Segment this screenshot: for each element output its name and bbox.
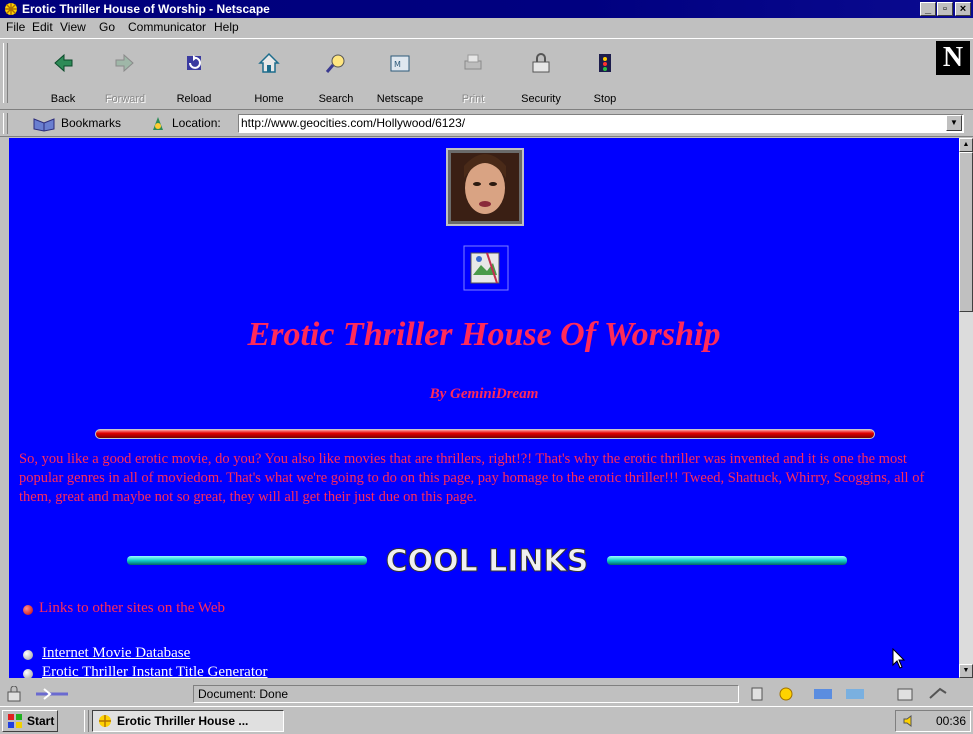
menu-go[interactable]: Go xyxy=(99,18,115,37)
print-button[interactable]: Print xyxy=(446,43,500,107)
window-title: Erotic Thriller House of Worship - Netsc… xyxy=(22,2,270,16)
clock[interactable]: 00:36 xyxy=(936,711,966,731)
page-content: Erotic Thriller House Of Worship By Gemi… xyxy=(9,138,959,678)
white-bullet-icon xyxy=(23,669,33,678)
page-byline: By GeminiDream xyxy=(429,386,539,402)
taskbar-item-netscape[interactable]: Erotic Thriller House ... xyxy=(92,710,284,732)
volume-icon[interactable] xyxy=(902,714,916,728)
print-icon xyxy=(464,54,482,70)
netscape-task-icon xyxy=(99,715,111,727)
back-arrow-icon xyxy=(54,53,73,73)
mouse-cursor-icon xyxy=(892,648,906,669)
link-internet-movie-database[interactable]: Internet Movie Database xyxy=(42,645,190,662)
scroll-up-button[interactable]: ▲ xyxy=(959,138,973,152)
url-history-dropdown[interactable]: ▼ xyxy=(946,115,962,131)
vertical-scrollbar[interactable]: ▲ ▼ xyxy=(959,138,973,678)
netscape-window-icon xyxy=(5,3,17,15)
navigation-toolbar: Back Forward Reload Home Search M Netsca… xyxy=(0,38,973,110)
cool-links-banner: COOL LINKS xyxy=(127,544,847,580)
taskbar-item-label: Erotic Thriller House ... xyxy=(117,714,249,728)
portrait-image[interactable] xyxy=(446,148,524,226)
intro-paragraph: So, you like a good erotic movie, do you… xyxy=(19,451,925,505)
page-title: Erotic Thriller House Of Worship xyxy=(247,316,721,353)
bookmarks-button[interactable]: Bookmarks xyxy=(61,116,121,130)
stop-button[interactable]: Stop xyxy=(578,43,632,107)
menu-bar: File Edit View Go Communicator Help xyxy=(0,18,973,37)
system-tray: 00:36 xyxy=(895,710,971,732)
start-button[interactable]: Start xyxy=(2,710,58,732)
menu-help[interactable]: Help xyxy=(214,18,239,37)
start-label: Start xyxy=(27,714,55,728)
component-bar-icons[interactable] xyxy=(750,686,970,702)
reload-icon xyxy=(187,55,201,70)
security-lock-icon xyxy=(532,53,550,73)
location-page-icon xyxy=(153,117,163,130)
white-bullet-icon xyxy=(23,650,33,660)
search-button[interactable]: Search xyxy=(309,43,363,107)
link-erotic-thriller-title-generator[interactable]: Erotic Thriller Instant Title Generator xyxy=(42,664,268,678)
red-bar-divider xyxy=(95,429,875,439)
back-button[interactable]: Back xyxy=(36,43,90,107)
chevron-down-icon: ▼ xyxy=(950,118,958,127)
menu-file[interactable]: File xyxy=(6,18,25,37)
toolbar-grip[interactable] xyxy=(3,43,8,103)
connection-status-icon xyxy=(36,688,68,700)
window-title-bar[interactable]: Erotic Thriller House of Worship - Netsc… xyxy=(0,0,973,18)
svg-text:M: M xyxy=(394,60,401,69)
status-text: Document: Done xyxy=(193,685,739,703)
forward-arrow-icon xyxy=(115,53,134,73)
windows-taskbar: Start Erotic Thriller House ... 00:36 xyxy=(0,706,973,734)
url-input[interactable]: http://www.geocities.com/Hollywood/6123/ xyxy=(238,114,964,133)
netscape-logo[interactable]: N xyxy=(936,41,970,75)
search-icon xyxy=(325,54,345,73)
netscape-icon: M xyxy=(390,55,410,72)
windows-logo-icon xyxy=(8,714,22,728)
forward-button[interactable]: Forward xyxy=(98,43,152,107)
location-toolbar: Bookmarks Location: http://www.geocities… xyxy=(0,111,973,137)
close-button[interactable]: × xyxy=(955,2,971,16)
scroll-down-button[interactable]: ▼ xyxy=(959,664,973,678)
reload-button[interactable]: Reload xyxy=(167,43,221,107)
location-label: Location: xyxy=(172,116,221,130)
taskbar-separator xyxy=(84,710,89,732)
location-toolbar-grip[interactable] xyxy=(3,113,8,134)
minimize-button[interactable]: _ xyxy=(920,2,936,16)
maximize-button[interactable]: ▫ xyxy=(937,2,953,16)
menu-edit[interactable]: Edit xyxy=(32,18,53,37)
bookmarks-icon xyxy=(33,118,55,132)
broken-image-icon[interactable] xyxy=(463,245,509,291)
netscape-button[interactable]: M Netscape xyxy=(373,43,427,107)
security-status-icon[interactable] xyxy=(6,686,28,702)
red-bullet-icon xyxy=(23,605,33,615)
status-bar: Document: Done xyxy=(0,682,973,706)
cool-links-text: COOL LINKS xyxy=(386,544,589,579)
home-icon xyxy=(258,52,280,73)
stop-icon xyxy=(599,54,611,72)
scrollbar-thumb[interactable] xyxy=(959,152,973,312)
links-heading: Links to other sites on the Web xyxy=(39,600,225,616)
menu-communicator[interactable]: Communicator xyxy=(128,18,206,37)
menu-view[interactable]: View xyxy=(60,18,86,37)
home-button[interactable]: Home xyxy=(242,43,296,107)
security-button[interactable]: Security xyxy=(514,43,568,107)
